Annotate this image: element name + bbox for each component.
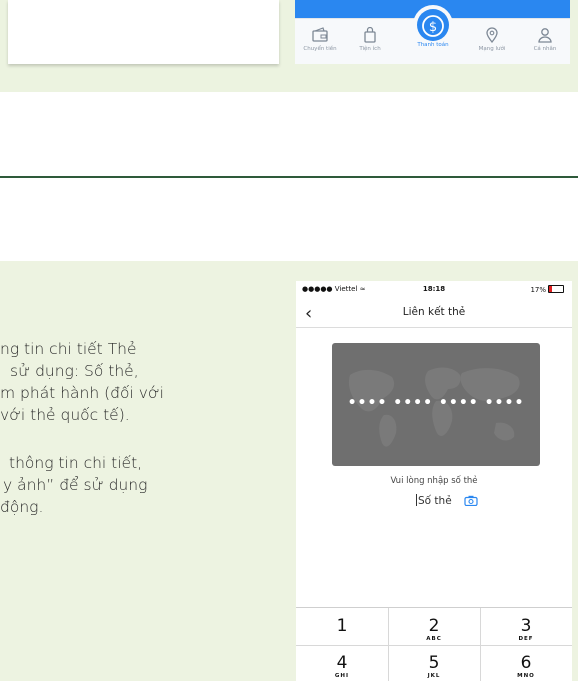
card-preview: •••• •••• •••• •••• — [332, 343, 540, 466]
card-number-mask: •••• •••• •••• •••• — [347, 395, 525, 411]
top-section: Chuyển tiền Tiện ích $ Thanh toán Mạng l… — [0, 0, 578, 92]
tab-label: Mạng lưới — [478, 46, 506, 52]
key-2[interactable]: 2 ABC — [388, 616, 480, 642]
top-left-screenshot-card — [8, 0, 279, 64]
phone-screenshot: ●●●●● Viettel ≈ 18:18 17% ‹ Liên kết thẻ… — [296, 281, 572, 681]
tab-label: Tiện ích — [359, 46, 381, 52]
card-number-hint: Vui lòng nhập số thẻ — [390, 476, 478, 486]
section-divider — [0, 176, 578, 178]
article-line: m phát hành (đối với — [0, 384, 164, 402]
article-line: ng tin chi tiết Thẻ — [0, 340, 137, 358]
key-1[interactable]: 1 — [296, 616, 388, 636]
page-title: Liên kết thẻ — [402, 306, 466, 318]
tab-tien-ich[interactable]: Tiện ích — [345, 27, 395, 52]
tab-ca-nhan[interactable]: Cá nhân — [520, 27, 570, 52]
key-6[interactable]: 6 MNO — [480, 653, 572, 679]
wallet-icon — [312, 27, 328, 42]
person-icon — [538, 28, 552, 43]
article-line: với thẻ quốc tế). — [0, 406, 130, 424]
article-line: y ảnh” để sử dụng — [3, 476, 148, 494]
battery-icon — [548, 285, 564, 293]
dollar-icon: $ — [422, 15, 444, 37]
tab-thanh-toan[interactable]: $ Thanh toán — [408, 15, 458, 48]
tab-label: Chuyển tiền — [303, 46, 337, 52]
top-phone-screenshot: Chuyển tiền Tiện ích $ Thanh toán Mạng l… — [295, 0, 570, 64]
location-pin-icon — [486, 27, 498, 43]
numeric-keypad: 1 2 ABC 3 DEF 4 GHI 5 JKL 6 MNO — [296, 607, 572, 681]
bottom-tab-bar: Chuyển tiền Tiện ích $ Thanh toán Mạng l… — [295, 5, 570, 64]
text-cursor — [416, 494, 417, 506]
article-line: sử dụng: Số thẻ, — [10, 362, 139, 380]
svg-text:$: $ — [429, 20, 437, 35]
tab-chuyen-tien[interactable]: Chuyển tiền — [295, 27, 345, 52]
camera-icon[interactable] — [464, 495, 478, 506]
bag-icon — [364, 27, 376, 43]
article-line: động. — [0, 498, 44, 516]
nav-bar: ‹ Liên kết thẻ — [296, 297, 572, 328]
tab-label: Thanh toán — [417, 42, 449, 48]
tab-mang-luoi[interactable]: Mạng lưới — [467, 27, 517, 52]
card-number-input[interactable]: Số thẻ — [416, 494, 452, 507]
key-4[interactable]: 4 GHI — [296, 653, 388, 679]
article-line: thông tin chi tiết, — [9, 454, 143, 472]
key-5[interactable]: 5 JKL — [388, 653, 480, 679]
battery-indicator: 17% — [530, 285, 564, 294]
status-bar: ●●●●● Viettel ≈ 18:18 17% — [296, 281, 572, 297]
tab-label: Cá nhân — [533, 46, 557, 52]
key-3[interactable]: 3 DEF — [480, 616, 572, 642]
